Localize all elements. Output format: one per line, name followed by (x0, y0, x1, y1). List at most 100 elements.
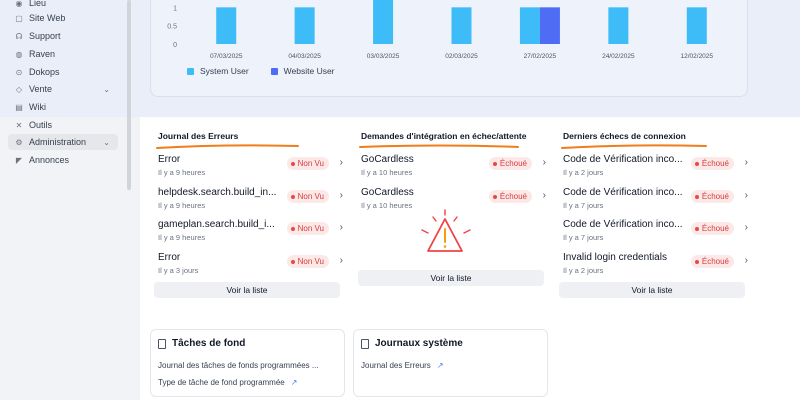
column-title: Journal des Erreurs (158, 131, 239, 141)
view-list-button[interactable]: Voir la liste (358, 270, 544, 286)
status-badge: Échoué (690, 157, 734, 170)
list-item[interactable]: Error Il y a 9 heures Non Vu › (158, 151, 343, 181)
status-badge: Non Vu (286, 255, 329, 268)
dokops-icon: ⊙ (15, 67, 23, 77)
background-tasks-card: Tâches de fond Journal des tâches de fon… (150, 329, 345, 397)
status-badge: Échoué (488, 190, 532, 203)
card-link[interactable]: Journal des tâches de fonds programmées … (158, 361, 319, 370)
chart-bar[interactable] (216, 7, 237, 45)
integration-requests-column: Demandes d'intégration en échec/attente … (356, 117, 546, 307)
system-logs-card: Journaux système Journal des Erreurs ↗ (353, 329, 548, 397)
list-item[interactable]: Code de Vérification inco... Il y a 2 jo… (563, 151, 748, 181)
status-badge: Échoué (690, 222, 734, 235)
chevron-right-icon: › (744, 255, 748, 266)
external-link-icon: ↗ (436, 361, 444, 370)
x-tick-label: 27/02/2025 (524, 53, 557, 60)
list-item[interactable]: Code de Vérification inco... Il y a 7 jo… (563, 216, 748, 246)
chevron-right-icon: › (542, 190, 546, 201)
chart-bar[interactable] (686, 7, 707, 45)
chevron-right-icon: › (542, 157, 546, 168)
y-tick-label: 0 (173, 42, 177, 49)
raven-icon: ◍ (15, 49, 23, 59)
column-title: Derniers échecs de connexion (563, 131, 686, 141)
dashboard-panel: Journal des Erreurs Error Il y a 9 heure… (143, 117, 757, 307)
list-item[interactable]: Code de Vérification inco... Il y a 7 jo… (563, 184, 748, 214)
chevron-down-icon[interactable]: ⌄ (103, 85, 110, 94)
location-icon: ◉ (15, 0, 23, 8)
tools-icon: ✕ (15, 120, 23, 130)
sidebar-item-site-web[interactable]: ▢ Site Web (8, 10, 118, 26)
sidebar: ◉ Lieu ▢ Site Web ☊ Support ◍ Raven ⊙ Do… (0, 0, 131, 400)
chart-bar[interactable] (294, 7, 315, 45)
card-title: Tâches de fond (158, 338, 245, 349)
warning-icon (421, 209, 471, 252)
x-tick-label: 03/03/2025 (367, 53, 400, 60)
view-list-button[interactable]: Voir la liste (559, 282, 745, 298)
chart-bar[interactable] (373, 0, 394, 44)
status-badge: Échoué (488, 157, 532, 170)
list-item[interactable]: Error Il y a 3 jours Non Vu › (158, 249, 343, 279)
status-badge: Non Vu (286, 222, 329, 235)
failed-logins-column: Derniers échecs de connexion Code de Vér… (558, 117, 748, 307)
status-badge: Échoué (690, 190, 734, 203)
external-link-icon: ↗ (290, 378, 298, 387)
chart-card: 0 0.5 1 07/03/2025 04/03/2025 03/03/2025 02/03… (150, 0, 748, 97)
sidebar-item-administration[interactable]: ⚙ Administration ⌄ (8, 134, 118, 150)
sidebar-item-label: Outils (29, 120, 53, 130)
card-link[interactable]: Journal des Erreurs ↗ (361, 361, 444, 370)
gear-icon: ⚙ (15, 137, 23, 147)
x-tick-label: 02/03/2025 (445, 53, 478, 60)
title-underline (156, 144, 299, 149)
error-log-column: Journal des Erreurs Error Il y a 9 heure… (153, 117, 343, 307)
chevron-right-icon: › (339, 222, 343, 233)
sidebar-item-dokops[interactable]: ⊙ Dokops (8, 64, 118, 80)
sidebar-item-label: Wiki (29, 102, 46, 112)
sidebar-item-outils[interactable]: ✕ Outils (8, 117, 118, 133)
list-item[interactable]: helpdesk.search.build_in... Il y a 9 heu… (158, 184, 343, 214)
chart-legend: System User Website User (187, 66, 335, 76)
x-tick-label: 24/02/2025 (602, 53, 635, 60)
sidebar-item-raven[interactable]: ◍ Raven (8, 46, 118, 62)
chevron-right-icon: › (339, 255, 343, 266)
chart-bar[interactable] (519, 7, 540, 45)
chevron-right-icon: › (744, 157, 748, 168)
chevron-right-icon: › (339, 190, 343, 201)
sidebar-scrollbar[interactable] (127, 0, 131, 190)
chevron-right-icon: › (744, 222, 748, 233)
chevron-right-icon: › (339, 157, 343, 168)
document-icon (361, 338, 369, 349)
list-item[interactable]: gameplan.search.build_i... Il y a 9 heur… (158, 216, 343, 246)
sidebar-item-wiki[interactable]: ▤ Wiki (8, 99, 118, 115)
chart-bar[interactable] (451, 7, 472, 45)
web-icon: ▢ (15, 13, 23, 23)
sidebar-item-vente[interactable]: ◇ Vente ⌄ (8, 81, 118, 97)
sidebar-item-label: Vente (29, 84, 53, 94)
bar-chart: 0 0.5 1 07/03/2025 04/03/2025 03/03/2025 02/03… (167, 0, 714, 60)
chart-bar[interactable] (608, 7, 629, 45)
legend-item-system-user[interactable]: System User (187, 66, 249, 76)
status-badge: Échoué (690, 255, 734, 268)
support-icon: ☊ (15, 31, 23, 41)
card-link[interactable]: Type de tâche de fond programmée ↗ (158, 378, 297, 387)
sidebar-item-support[interactable]: ☊ Support (8, 28, 118, 44)
card-title: Journaux système (361, 338, 463, 349)
x-tick-label: 07/03/2025 (210, 53, 243, 60)
column-title: Demandes d'intégration en échec/attente (361, 131, 527, 141)
sidebar-item-label: Administration (29, 137, 87, 147)
x-tick-label: 04/03/2025 (288, 53, 321, 60)
view-list-button[interactable]: Voir la liste (154, 282, 340, 298)
document-icon (158, 338, 166, 349)
chevron-right-icon: › (744, 190, 748, 201)
chevron-down-icon[interactable]: ⌄ (103, 138, 110, 147)
wiki-icon: ▤ (15, 102, 23, 112)
chart-bar[interactable] (539, 7, 560, 45)
list-item[interactable]: GoCardless Il y a 10 heures Échoué › (361, 151, 546, 181)
sidebar-item-label: Raven (29, 49, 56, 59)
x-tick-label: 12/02/2025 (681, 53, 714, 60)
sidebar-item-label: Support (29, 31, 61, 41)
status-badge: Non Vu (286, 190, 329, 203)
legend-item-website-user[interactable]: Website User (270, 66, 335, 76)
status-badge: Non Vu (286, 157, 329, 170)
sidebar-item-annonces[interactable]: ◤ Annonces (8, 152, 118, 168)
list-item[interactable]: Invalid login credentials Il y a 2 jours… (563, 249, 748, 279)
